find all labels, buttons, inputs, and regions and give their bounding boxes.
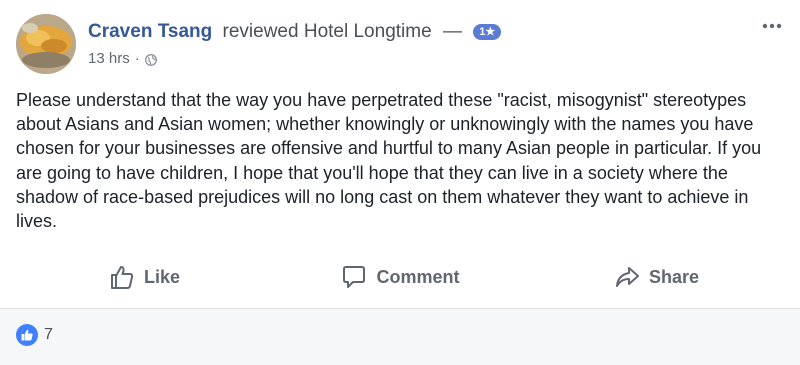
- post-body-text: Please understand that the way you have …: [16, 90, 762, 232]
- comment-button-label: Comment: [376, 266, 460, 287]
- reaction-count: 7: [44, 326, 53, 343]
- share-button-label: Share: [648, 266, 700, 287]
- headline-dash: —: [442, 21, 462, 42]
- review-action-text: reviewed: [222, 21, 299, 42]
- thumbs-up-icon: [108, 263, 136, 291]
- like-button-label: Like: [143, 266, 181, 287]
- more-options-icon[interactable]: [760, 16, 784, 36]
- rating-badge: 1★: [473, 24, 502, 40]
- post-headline: Craven Tsang reviewed Hotel Longtime — 1…: [88, 20, 502, 44]
- post-meta: 13 hrs ·: [88, 50, 157, 67]
- comment-button[interactable]: Comment: [272, 256, 528, 298]
- meta-separator: ·: [134, 50, 140, 67]
- post-actions-bar: Like Comment Share: [16, 256, 784, 298]
- reactions-footer: 7: [0, 308, 800, 365]
- page-name-link[interactable]: Hotel Longtime: [304, 21, 432, 42]
- avatar-image: [16, 14, 76, 74]
- review-post-card: Craven Tsang reviewed Hotel Longtime — 1…: [0, 0, 800, 365]
- share-button[interactable]: Share: [528, 256, 784, 298]
- like-button[interactable]: Like: [16, 256, 272, 298]
- like-reaction-icon: [16, 324, 38, 346]
- reactions-summary[interactable]: 7: [16, 324, 53, 346]
- comment-icon: [340, 263, 368, 291]
- share-icon: [613, 263, 641, 291]
- post-header: Craven Tsang reviewed Hotel Longtime — 1…: [16, 14, 784, 76]
- author-name-link[interactable]: Craven Tsang: [88, 21, 212, 42]
- post-timestamp-link[interactable]: 13 hrs: [88, 50, 130, 67]
- avatar[interactable]: [16, 14, 76, 74]
- globe-icon[interactable]: [144, 53, 157, 66]
